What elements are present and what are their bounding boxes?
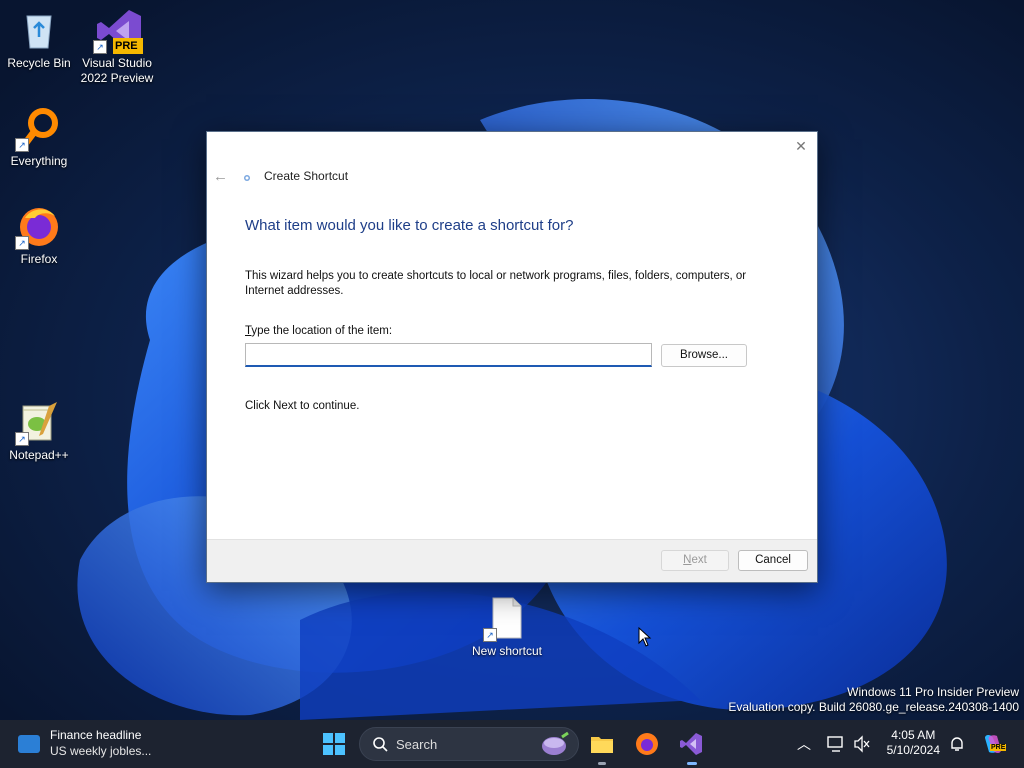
desktop-icon-notepadpp[interactable]: ↗ Notepad++ [1, 400, 77, 463]
clock-time: 4:05 AM [891, 728, 936, 742]
file-explorer-running-indicator [598, 762, 606, 765]
shortcut-arrow-icon: ↗ [15, 138, 29, 152]
copilot-pre-badge: PRE [990, 744, 1007, 751]
dialog-footer: Next Cancel [207, 539, 817, 582]
volume-muted-icon[interactable] [853, 735, 871, 753]
firefox-taskbar-icon[interactable] [635, 732, 659, 756]
create-shortcut-dialog: ✕ ← Create Shortcut What item would you … [206, 131, 818, 583]
recycle-bin-icon [17, 8, 61, 52]
desktop-icon-label: Firefox [20, 252, 58, 266]
file-explorer-icon[interactable] [590, 732, 614, 756]
shortcut-arrow-icon: ↗ [15, 432, 29, 446]
everything-search-icon: ↗ [15, 106, 61, 152]
copilot-button[interactable]: PRE [981, 732, 1007, 756]
desktop-icon-new-shortcut[interactable]: ↗ New shortcut [469, 596, 545, 659]
evaluation-watermark: Windows 11 Pro Insider Preview Evaluatio… [728, 685, 1019, 715]
search-highlight-icon [542, 731, 569, 755]
desktop-icon-label: Notepad++ [9, 448, 69, 462]
next-button[interactable]: Next [661, 550, 729, 571]
pre-badge: PRE [115, 40, 138, 52]
shortcut-arrow-icon: ↗ [483, 628, 497, 642]
firefox-icon: ↗ [15, 204, 61, 250]
close-icon: ✕ [795, 138, 807, 154]
watermark-line-1: Windows 11 Pro Insider Preview [847, 685, 1019, 699]
clock-date: 5/10/2024 [886, 743, 940, 757]
desktop-icon-recycle-bin[interactable]: Recycle Bin [1, 8, 77, 71]
desktop-icon-label: Everything [10, 154, 68, 168]
blank-file-icon: ↗ [483, 596, 529, 642]
taskbar-search-box[interactable]: Search [359, 727, 579, 761]
desktop-icon-label: Recycle Bin [7, 56, 71, 70]
news-icon [18, 735, 40, 753]
news-subtext: US weekly jobles... [50, 744, 152, 758]
notification-bell-icon[interactable] [948, 735, 966, 753]
shortcut-arrow-icon: ↗ [93, 40, 107, 54]
shortcut-arrow-icon: ↗ [15, 236, 29, 250]
show-hidden-icons-chevron-icon[interactable]: ︿ [797, 734, 811, 754]
desktop-icon-visual-studio[interactable]: PRE ↗ Visual Studio 2022 Preview [79, 8, 155, 86]
location-label: Type the location of the item: [245, 325, 392, 337]
next-label: ext [691, 554, 707, 566]
desktop-icon-label: New shortcut [471, 644, 543, 658]
location-input[interactable] [245, 343, 652, 367]
news-headline: Finance headline [50, 728, 142, 742]
close-button[interactable]: ✕ [793, 138, 809, 154]
browse-button[interactable]: Browse... [661, 344, 747, 367]
desktop-icon-firefox[interactable]: ↗ Firefox [1, 204, 77, 267]
back-button[interactable]: ← [213, 168, 228, 185]
cancel-button[interactable]: Cancel [738, 550, 808, 571]
back-arrow-icon: ← [213, 168, 228, 185]
visual-studio-icon: PRE ↗ [93, 8, 143, 54]
wizard-heading: What item would you like to create a sho… [245, 217, 574, 234]
dialog-title: Create Shortcut [264, 169, 349, 183]
taskbar: Finance headline US weekly jobles... Sea… [0, 720, 1024, 768]
network-icon[interactable] [827, 735, 845, 753]
search-label: Search [396, 737, 438, 752]
mouse-cursor-icon [638, 627, 652, 647]
continue-hint: Click Next to continue. [245, 400, 360, 412]
location-label-text: ype the location of the item: [251, 325, 393, 337]
shortcut-wizard-icon [244, 175, 250, 181]
desktop-icon-everything[interactable]: ↗ Everything [1, 106, 77, 169]
watermark-line-2: Evaluation copy. Build 26080.ge_release.… [728, 700, 1019, 714]
visual-studio-taskbar-icon[interactable] [679, 732, 703, 756]
desktop-icon-label: Visual Studio 2022 Preview [80, 56, 154, 85]
wizard-description: This wizard helps you to create shortcut… [245, 270, 747, 297]
visual-studio-running-indicator [687, 762, 697, 765]
notepadpp-icon: ↗ [15, 400, 61, 446]
search-icon [373, 737, 388, 752]
start-button-windows-icon[interactable] [322, 732, 346, 756]
clock[interactable]: 4:05 AM 5/10/2024 [887, 728, 940, 758]
